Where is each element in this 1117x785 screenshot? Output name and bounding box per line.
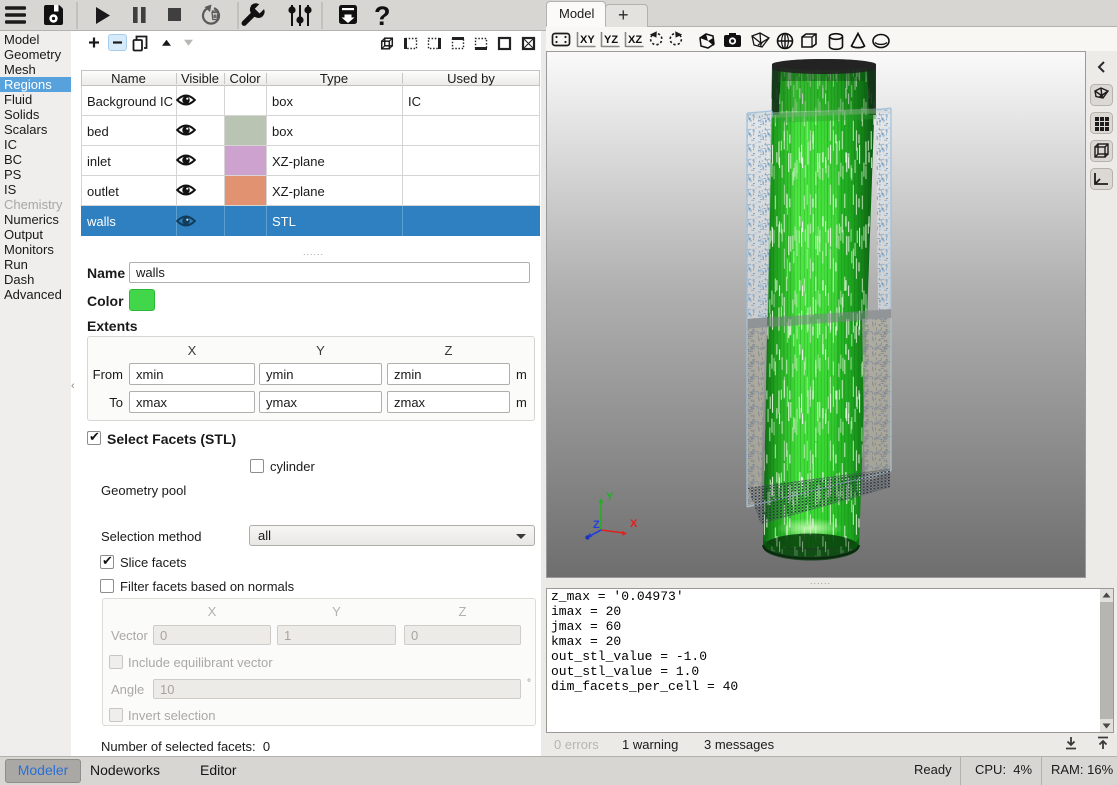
svg-text:Y: Y xyxy=(606,491,614,503)
svg-text:X: X xyxy=(630,518,638,530)
svg-text:XY: XY xyxy=(580,34,595,46)
svg-text:Z: Z xyxy=(593,519,600,531)
svg-text:?: ? xyxy=(374,1,391,31)
svg-text:YZ: YZ xyxy=(604,34,618,46)
svg-text:XZ: XZ xyxy=(628,34,642,46)
